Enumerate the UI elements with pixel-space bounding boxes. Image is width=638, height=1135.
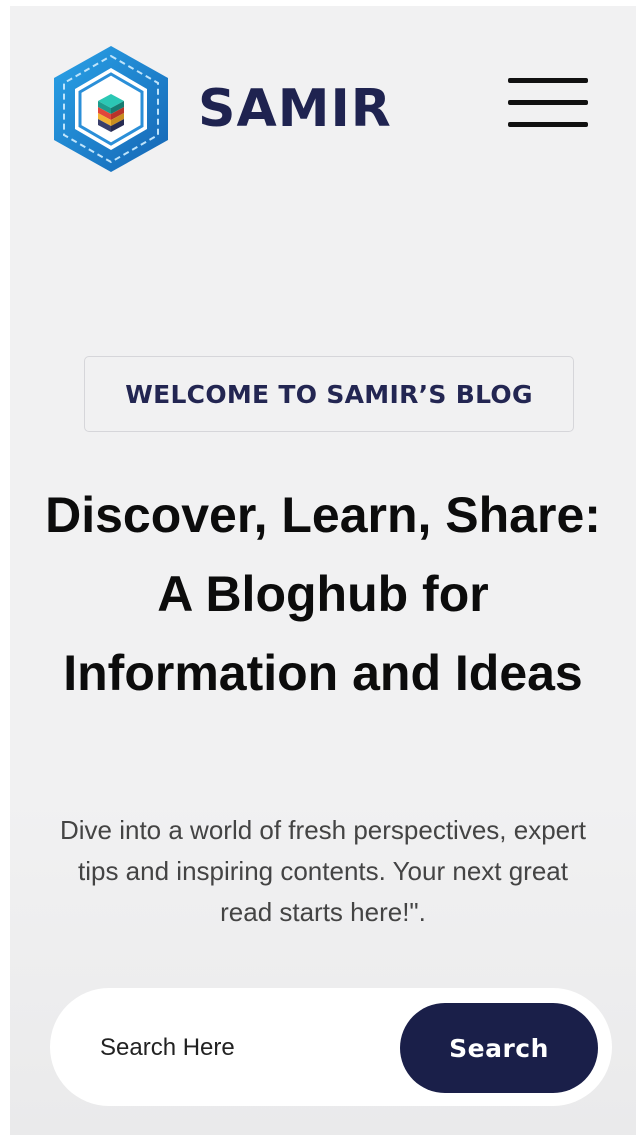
menu-line bbox=[508, 122, 588, 127]
search-button[interactable]: Search bbox=[400, 1003, 598, 1093]
menu-line bbox=[508, 100, 588, 105]
site-logo[interactable]: SAMIR bbox=[50, 44, 392, 174]
brand-name[interactable]: SAMIR bbox=[198, 79, 392, 139]
hexagon-logo-icon bbox=[54, 46, 168, 172]
search-input[interactable] bbox=[98, 1022, 382, 1074]
hamburger-menu-icon[interactable] bbox=[508, 78, 592, 130]
site-header: SAMIR bbox=[10, 6, 636, 206]
search-bar: Search bbox=[50, 988, 612, 1106]
hero-title: Discover, Learn, Share: A Bloghub for In… bbox=[45, 487, 601, 701]
hero-subtitle: Dive into a world of fresh perspectives,… bbox=[59, 815, 587, 927]
welcome-badge: WELCOME TO SAMIR’S BLOG bbox=[84, 356, 574, 432]
menu-line bbox=[508, 78, 588, 83]
page: SAMIR WELCOME TO SAMIR’S BLOG Discover, … bbox=[10, 6, 636, 1135]
